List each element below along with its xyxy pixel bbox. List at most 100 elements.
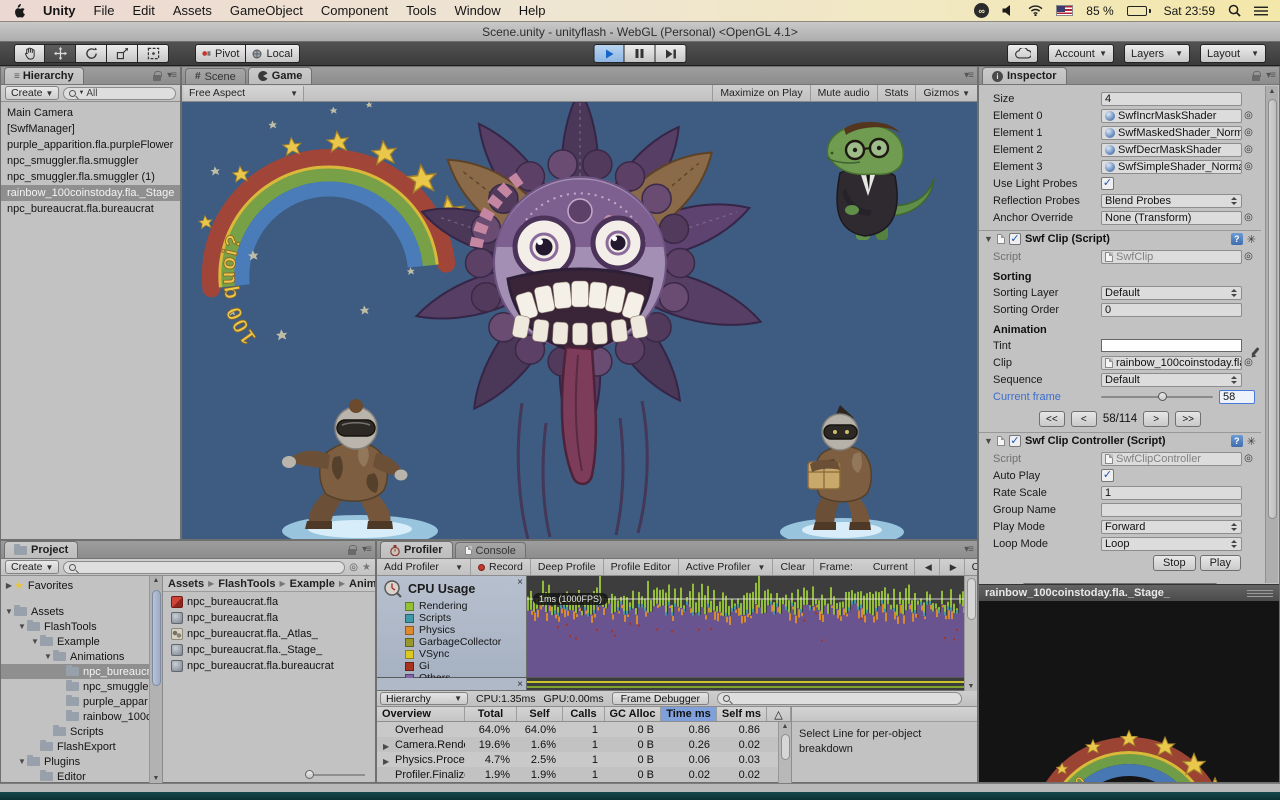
group-name-field[interactable] [1101,503,1242,517]
sorting-order-field[interactable]: 0 [1101,303,1242,317]
clip-field[interactable]: rainbow_100coinstoday.fla. [1101,356,1242,370]
lock-icon[interactable] [153,75,161,81]
object-picker-icon[interactable]: ◎ [1242,212,1255,223]
object-picker-icon[interactable]: ◎ [1242,110,1255,121]
preview-drag-handle[interactable] [1247,590,1273,597]
project-tree-scrollbar[interactable]: ▲▼ [149,576,162,783]
hierarchy-search-input[interactable]: ▼All [63,87,176,100]
profile-editor-toggle[interactable]: Profile Editor [604,559,679,575]
account-dropdown[interactable]: Account▼ [1048,44,1114,63]
hand-tool-button[interactable] [14,44,45,63]
profiler-search-input[interactable] [717,692,962,705]
search-by-label-icon[interactable]: ★ [362,562,371,573]
sequence-dropdown[interactable]: Default [1101,373,1242,387]
shader-object-field[interactable]: SwfMaskedShader_Normal_ [1101,126,1242,140]
hierarchy-item[interactable]: [SwfManager] [1,121,180,137]
swf-clip-controller-header[interactable]: ▼ ✓ Swf Clip Controller (Script) ? ✳ [979,432,1261,449]
creative-cloud-icon[interactable]: ∞ [974,3,989,18]
object-picker-icon[interactable]: ◎ [1242,127,1255,138]
rate-scale-field[interactable]: 1 [1101,486,1242,500]
module-chart-stub[interactable] [527,678,964,690]
panel-menu-icon[interactable]: ▾≡ [964,544,973,555]
panel-menu-icon[interactable]: ▾≡ [964,70,973,81]
step-button[interactable] [656,44,687,63]
rotate-tool-button[interactable] [76,44,107,63]
game-button-maximize-on-play[interactable]: Maximize on Play [712,85,809,101]
project-tree-item[interactable]: FlashExport [1,739,149,754]
last-frame-button[interactable]: >> [1175,411,1201,427]
file-row[interactable]: npc_bureaucrat.fla.bureaucrat [163,658,375,674]
cpu-usage-chart[interactable]: 1ms (1000FPS) [527,576,964,677]
breadcrumb-item[interactable]: FlashTools [218,578,275,590]
tab-console[interactable]: Console [455,542,526,558]
auto-play-checkbox[interactable]: ✓ [1101,469,1114,482]
tab-project[interactable]: Project [4,541,78,558]
cloud-button[interactable] [1007,44,1038,63]
column-header-name[interactable]: Overview [377,707,465,721]
rect-tool-button[interactable] [138,44,169,63]
shader-object-field[interactable]: SwfDecrMaskShader [1101,143,1242,157]
profiler-scrollbar[interactable]: ▼ [964,576,977,691]
shader-object-field[interactable]: SwfSimpleShader_Normal [1101,160,1242,174]
panel-menu-icon[interactable]: ▾≡ [167,70,176,81]
foldout-arrow[interactable]: ▼ [4,607,14,616]
lock-icon[interactable] [1252,75,1260,81]
project-tree-item[interactable]: npc_bureaucr [1,664,149,679]
menu-item-help[interactable]: Help [519,3,546,18]
object-picker-icon[interactable]: ◎ [1242,453,1255,464]
file-row[interactable]: npc_bureaucrat.fla [163,594,375,610]
profiler-row[interactable]: Overhead64.0%64.0%10 B0.860.86 [377,722,791,737]
menu-item-component[interactable]: Component [321,3,388,18]
menu-item-window[interactable]: Window [454,3,500,18]
gear-icon[interactable]: ✳ [1247,435,1256,448]
help-icon[interactable]: ? [1231,435,1243,447]
component-enabled-checkbox[interactable]: ✓ [1009,435,1021,447]
file-row[interactable]: npc_bureaucrat.fla._Atlas_ [163,626,375,642]
help-icon[interactable]: ? [1231,233,1243,245]
next-frame-arrow[interactable]: ▶ [940,559,965,575]
menu-item-tools[interactable]: Tools [406,3,436,18]
size-field[interactable]: 4 [1101,92,1242,106]
hierarchy-item[interactable]: purple_apparition.fla.purpleFlower [1,137,180,153]
apple-icon[interactable] [12,3,25,18]
expand-arrow-icon[interactable]: ▶ [383,742,389,751]
file-row[interactable]: npc_bureaucrat.fla._Stage_ [163,642,375,658]
inspector-scrollbar[interactable]: ▲ [1265,86,1278,583]
layers-dropdown[interactable]: Layers▼ [1124,44,1190,63]
add-profiler-dropdown[interactable]: Add Profiler▼ [377,559,471,575]
menu-item-edit[interactable]: Edit [132,3,154,18]
close-module-icon[interactable]: × [517,577,523,588]
foldout-arrow[interactable]: ▼ [984,234,993,244]
project-tree-item[interactable]: npc_smuggle [1,679,149,694]
tab-game[interactable]: Game [248,67,313,84]
notification-center-icon[interactable] [1254,5,1268,17]
column-header-gc[interactable]: GC Alloc [605,707,661,721]
prev-frame-arrow[interactable]: ◀ [914,559,940,575]
script-field[interactable]: SwfClip [1101,250,1242,264]
deep-profile-toggle[interactable]: Deep Profile [531,559,604,575]
next-frame-button[interactable]: > [1143,411,1169,427]
us-flag-icon[interactable] [1056,5,1073,16]
hierarchy-item[interactable]: Main Camera [1,105,180,121]
project-tree-item[interactable]: ▶★Favorites [1,578,149,593]
menu-item-gameobject[interactable]: GameObject [230,3,303,18]
project-tree-item[interactable]: purple_appar [1,694,149,709]
foldout-arrow[interactable]: ▼ [43,652,53,661]
play-mode-dropdown[interactable]: Forward [1101,520,1242,534]
thumbnail-zoom-slider[interactable] [163,767,375,783]
breadcrumb-item[interactable]: Example [290,578,335,590]
game-button-stats[interactable]: Stats [877,85,916,101]
breadcrumb-item[interactable]: Animati [349,578,375,590]
project-tree-item[interactable]: ▼Example [1,634,149,649]
reflection-probes-dropdown[interactable]: Blend Probes [1101,194,1242,208]
menu-item-file[interactable]: File [94,3,115,18]
foldout-arrow[interactable]: ▼ [17,757,27,766]
pivot-toggle-button[interactable]: Pivot [195,44,246,63]
foldout-arrow[interactable]: ▼ [17,622,27,631]
project-tree-item[interactable]: ▼Animations [1,649,149,664]
object-picker-icon[interactable]: ◎ [1242,251,1255,262]
play-clip-button[interactable]: Play [1200,555,1241,571]
close-module-icon[interactable]: × [517,679,523,690]
aspect-dropdown[interactable]: Free Aspect▼ [184,86,304,101]
current-frame-slider[interactable] [1101,390,1213,403]
